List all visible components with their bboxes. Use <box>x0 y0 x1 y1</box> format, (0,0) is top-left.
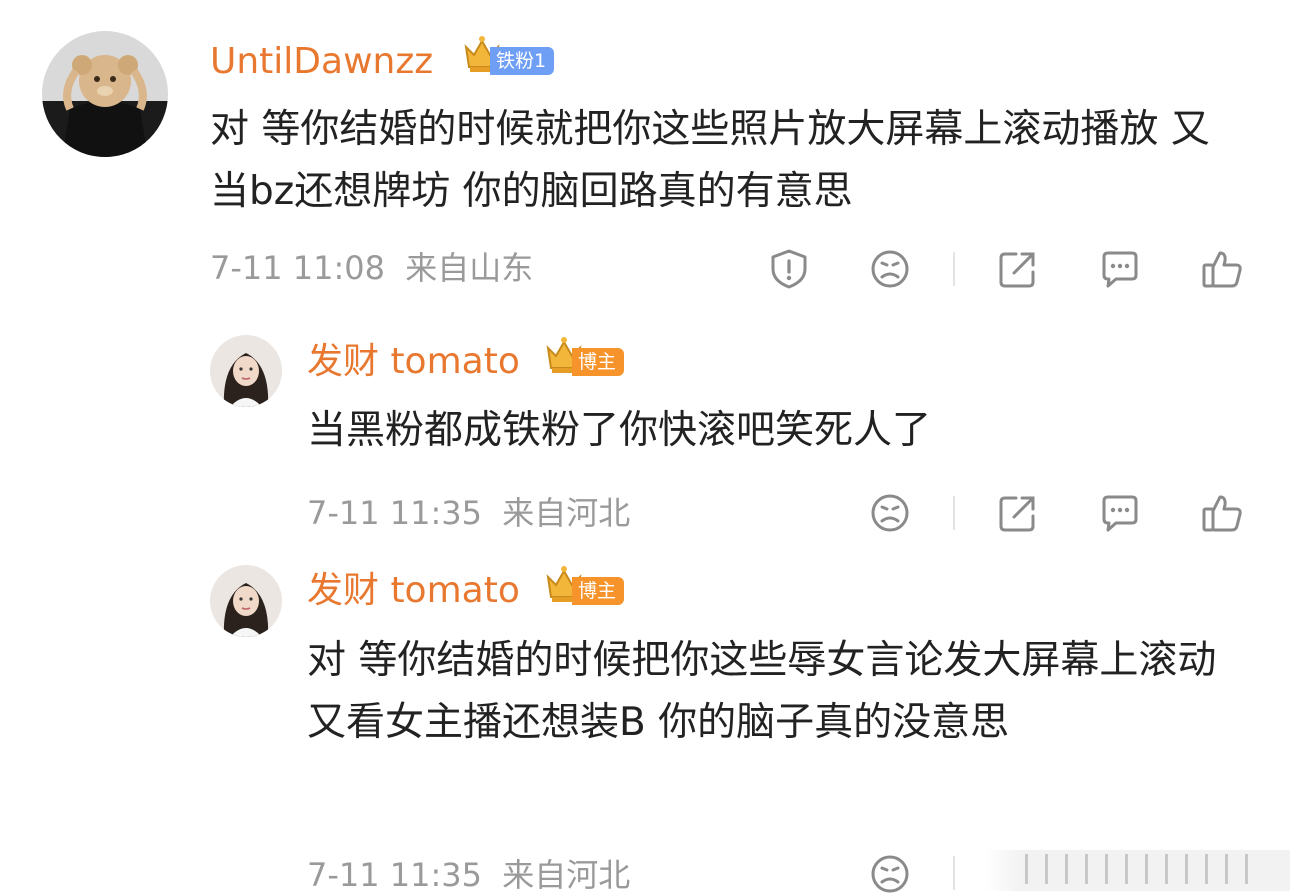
comment-location: 来自河北 <box>502 856 631 894</box>
comment-location: 来自河北 <box>502 494 631 532</box>
avatar[interactable] <box>210 565 282 637</box>
dislike-face-icon[interactable] <box>868 852 912 896</box>
comment-location: 来自山东 <box>405 249 534 287</box>
report-icon[interactable] <box>767 247 811 291</box>
comment-text: 对 等你结婚的时候把你这些辱女言论发大屏幕上滚动 又看女主播还想装B 你的脑子真… <box>307 638 1217 745</box>
host-badge[interactable]: 博主 <box>544 566 625 606</box>
comment-icon[interactable] <box>1098 247 1142 291</box>
like-thumb-icon[interactable] <box>1200 491 1244 535</box>
divider <box>953 856 955 890</box>
avatar[interactable] <box>42 31 168 157</box>
like-thumb-icon[interactable] <box>1200 247 1244 291</box>
badge-label: 博主 <box>572 577 625 605</box>
share-icon[interactable] <box>996 247 1040 291</box>
username[interactable]: UntilDawnzz <box>210 40 433 84</box>
username[interactable]: 发财 tomato <box>307 340 520 384</box>
comment-text: 对 等你结婚的时候就把你这些照片放大屏幕上滚动播放 又当bz还想牌坊 你的脑回路… <box>210 107 1210 214</box>
dislike-face-icon[interactable] <box>868 491 912 535</box>
username[interactable]: 发财 tomato <box>307 569 520 613</box>
comment-meta: 7-11 11:08 来自山东 <box>210 248 533 288</box>
dislike-face-icon[interactable] <box>868 247 912 291</box>
comment-icon[interactable] <box>1098 491 1142 535</box>
comment-time: 7-11 11:35 <box>307 494 483 532</box>
comment-meta: 7-11 11:35 来自河北 <box>307 493 630 533</box>
watermark-strip <box>985 850 1290 891</box>
comment-time: 7-11 11:08 <box>210 249 386 287</box>
comment-time: 7-11 11:35 <box>307 856 483 894</box>
fan-badge[interactable]: 铁粉1 <box>462 36 555 76</box>
badge-label: 博主 <box>572 348 625 376</box>
comment-text: 当黑粉都成铁粉了你快滚吧笑死人了 <box>307 408 932 453</box>
share-icon[interactable] <box>996 491 1040 535</box>
divider <box>953 252 955 286</box>
avatar[interactable] <box>210 335 282 407</box>
host-badge[interactable]: 博主 <box>544 337 625 377</box>
badge-label: 铁粉1 <box>490 47 555 75</box>
divider <box>953 496 955 530</box>
comment-meta: 7-11 11:35 来自河北 <box>307 855 630 895</box>
